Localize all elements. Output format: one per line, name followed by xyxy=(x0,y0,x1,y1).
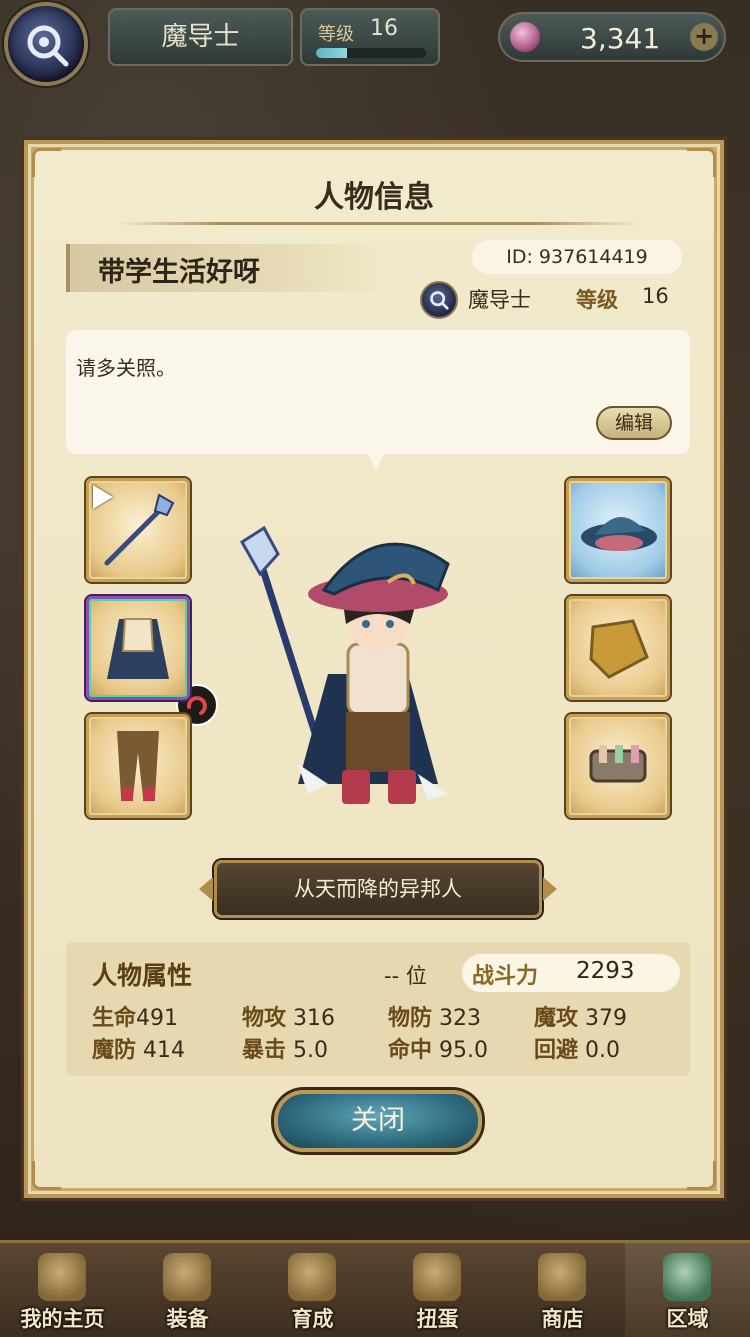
bottom-nav: 我的主页 装备 育成 扭蛋 商店 区域 xyxy=(0,1240,750,1337)
player-id: ID: 937614419 xyxy=(472,240,682,274)
globe-icon xyxy=(663,1253,711,1301)
level-plate: 等级 16 xyxy=(300,8,440,66)
stat-patk: 物攻 316 xyxy=(242,1000,335,1032)
equip-slot-armor[interactable] xyxy=(86,596,190,700)
equip-slot-gloves[interactable] xyxy=(566,596,670,700)
nav-label: 装备 xyxy=(166,1307,209,1331)
stat-key: 暴击 xyxy=(242,1038,287,1063)
stat-value: 323 xyxy=(439,1006,482,1031)
stat-hp: 生命491 xyxy=(92,1000,178,1032)
power-label: 战斗力 xyxy=(472,964,539,989)
nav-label: 区域 xyxy=(666,1307,709,1331)
exp-bar xyxy=(316,48,426,58)
currency-plate: 3,341 + xyxy=(498,12,726,62)
exp-bar-fill xyxy=(316,48,347,58)
dialog-title: 人物信息 xyxy=(314,180,434,215)
title-banner[interactable]: 从天而降的异邦人 xyxy=(199,860,557,918)
coat-icon xyxy=(107,618,169,679)
stat-matk: 魔攻 379 xyxy=(534,1000,627,1032)
helmet-icon xyxy=(163,1253,211,1301)
equip-slot-pants[interactable] xyxy=(86,714,190,818)
equip-slot-accessory[interactable] xyxy=(566,714,670,818)
close-button[interactable]: 关闭 xyxy=(274,1090,482,1152)
edit-button[interactable]: 编辑 xyxy=(596,406,672,440)
power-pill: 战斗力 2293 xyxy=(462,954,680,992)
level-label: 等级 xyxy=(576,288,618,312)
stat-key: 回避 xyxy=(534,1038,579,1063)
level-value: 16 xyxy=(642,284,669,308)
rank-text: -- 位 xyxy=(384,964,427,988)
character-info-dialog: 人物信息 带学生活好呀 ID: 937614419 魔导士 等级 16 请多关照… xyxy=(24,140,724,1198)
stat-value: 379 xyxy=(585,1006,628,1031)
title-badge-text: 从天而降的异邦人 xyxy=(294,877,462,901)
currency-value: 3,341 xyxy=(580,22,661,55)
stat-key: 魔防 xyxy=(92,1038,137,1063)
pants-icon xyxy=(117,731,159,801)
wizard-hat-icon xyxy=(581,516,657,551)
shop-icon xyxy=(538,1253,586,1301)
nav-equipment[interactable]: 装备 xyxy=(125,1243,250,1337)
stat-value: 5.0 xyxy=(293,1038,329,1063)
ornament xyxy=(32,1161,61,1190)
nav-label: 扭蛋 xyxy=(416,1307,459,1331)
add-currency-button[interactable]: + xyxy=(690,23,718,51)
stat-crit: 暴击 5.0 xyxy=(242,1032,328,1064)
stat-value: 414 xyxy=(143,1038,186,1063)
stats-heading: 人物属性 xyxy=(92,961,193,990)
level-value: 16 xyxy=(370,16,398,41)
comment-text: 请多关照。 xyxy=(76,356,176,380)
stat-hit: 命中 95.0 xyxy=(388,1032,488,1064)
stat-value: 95.0 xyxy=(439,1038,488,1063)
power-value: 2293 xyxy=(576,958,635,984)
class-badge-icon[interactable] xyxy=(4,2,88,86)
nav-region[interactable]: 区域 xyxy=(625,1243,750,1337)
stat-key: 物攻 xyxy=(242,1006,287,1031)
class-name: 魔导士 xyxy=(468,288,531,312)
stat-key: 魔攻 xyxy=(534,1006,579,1031)
nav-gacha[interactable]: 扭蛋 xyxy=(375,1243,500,1337)
stat-mdef: 魔防 414 xyxy=(92,1032,185,1064)
stat-key: 物防 xyxy=(388,1006,433,1031)
top-bar: 魔导士 等级 16 3,341 + xyxy=(0,0,750,86)
stat-pdef: 物防 323 xyxy=(388,1000,481,1032)
play-icon xyxy=(93,485,113,509)
class-icon xyxy=(420,281,458,319)
gem-icon xyxy=(510,22,540,52)
player-name: 带学生活好呀 xyxy=(98,257,260,288)
scroll-icon xyxy=(38,1253,86,1301)
stats-panel: 人物属性 -- 位 战斗力 2293 生命491 物攻 316 物防 323 魔… xyxy=(66,942,690,1076)
nav-label: 育成 xyxy=(291,1307,334,1331)
stat-value: 316 xyxy=(293,1006,336,1031)
character-portrait xyxy=(239,525,450,804)
stat-key: 生命 xyxy=(92,1006,137,1031)
pouch-icon xyxy=(589,745,647,783)
stat-value: 0.0 xyxy=(585,1038,621,1063)
nav-shop[interactable]: 商店 xyxy=(500,1243,625,1337)
gacha-icon xyxy=(413,1253,461,1301)
stat-evade: 回避 0.0 xyxy=(534,1032,620,1064)
equip-slot-weapon[interactable] xyxy=(86,478,190,582)
ornament xyxy=(687,1161,716,1190)
swords-icon xyxy=(288,1253,336,1301)
nav-home[interactable]: 我的主页 xyxy=(0,1243,125,1337)
gloves-icon xyxy=(589,619,649,679)
class-name-plate: 魔导士 xyxy=(108,8,293,66)
nav-training[interactable]: 育成 xyxy=(250,1243,375,1337)
nav-label: 我的主页 xyxy=(20,1307,105,1331)
level-label: 等级 xyxy=(318,24,354,45)
equip-slot-hat[interactable] xyxy=(566,478,670,582)
stat-key: 命中 xyxy=(388,1038,433,1063)
title-divider xyxy=(118,222,638,225)
stat-value: 491 xyxy=(136,1006,179,1031)
comment-box: 请多关照。 编辑 xyxy=(66,330,690,470)
nav-label: 商店 xyxy=(541,1307,584,1331)
